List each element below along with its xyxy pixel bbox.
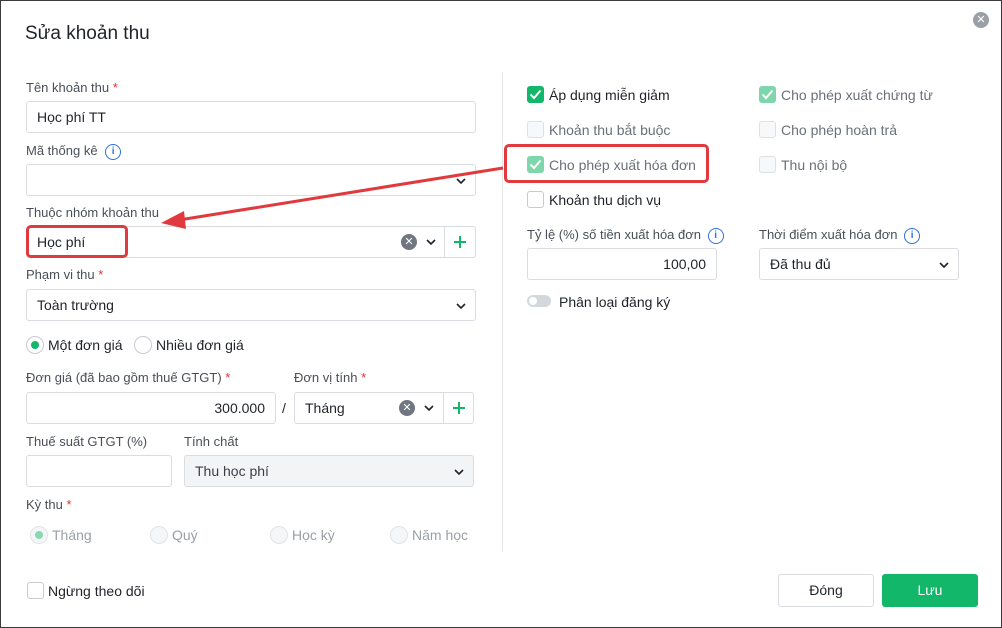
ngung-theo-doi-label: Ngừng theo dõi	[48, 583, 145, 599]
annotation-arrow	[161, 166, 504, 229]
ngung-theo-doi-checkbox[interactable]	[27, 582, 44, 599]
close-button[interactable]: Đóng	[778, 574, 874, 607]
save-button[interactable]: Lưu	[882, 574, 978, 607]
edit-fee-dialog: Sửa khoản thu ✕ Tên khoản thu * Học phí …	[0, 0, 1002, 628]
